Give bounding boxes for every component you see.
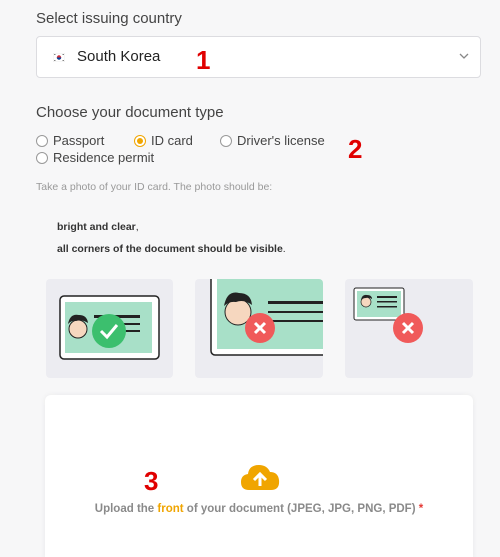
check-icon	[99, 324, 119, 340]
radio-residence-permit[interactable]: Residence permit	[36, 150, 154, 165]
cloud-upload-icon[interactable]	[240, 462, 280, 494]
country-label: Select issuing country	[36, 10, 182, 27]
upload-front-highlight: front	[157, 503, 184, 515]
radio-label-id-card: ID card	[151, 133, 193, 148]
radio-id-card[interactable]: ID card	[134, 133, 193, 148]
cross-icon	[401, 321, 415, 335]
radio-circle-selected[interactable]	[134, 134, 146, 147]
radio-label-passport: Passport	[53, 133, 105, 148]
radio-label-drivers-license: Driver's license	[237, 133, 325, 148]
too-small-example	[345, 279, 473, 378]
required-mark: *	[418, 503, 424, 515]
photo-hint: Take a photo of your ID card. The photo …	[36, 181, 273, 193]
cropped-example	[195, 279, 323, 378]
annotation-number-1: 1	[196, 45, 211, 75]
radio-drivers-license[interactable]: Driver's license	[220, 133, 325, 148]
south-korea-flag-icon	[53, 53, 65, 62]
radio-circle[interactable]	[36, 134, 48, 147]
radio-label-residence-permit: Residence permit	[53, 150, 155, 165]
correct-example	[46, 279, 173, 378]
cross-icon	[253, 321, 267, 335]
upload-dropzone[interactable]: Upload the front of your document (JPEG,…	[45, 395, 473, 557]
condition-1: bright and clear,	[57, 221, 139, 233]
chevron-down-icon	[459, 53, 469, 59]
upload-instruction: Upload the front of your document (JPEG,…	[94, 503, 424, 515]
radio-circle[interactable]	[220, 134, 232, 147]
radio-circle[interactable]	[36, 151, 48, 164]
country-select-value: South Korea	[77, 48, 161, 65]
document-type-label: Choose your document type	[36, 104, 224, 121]
country-select[interactable]: South Korea	[36, 36, 481, 78]
condition-2: all corners of the document should be vi…	[57, 243, 286, 255]
radio-passport[interactable]: Passport	[36, 133, 104, 148]
annotation-number-3: 3	[144, 466, 159, 496]
annotation-number-2: 2	[348, 134, 363, 164]
